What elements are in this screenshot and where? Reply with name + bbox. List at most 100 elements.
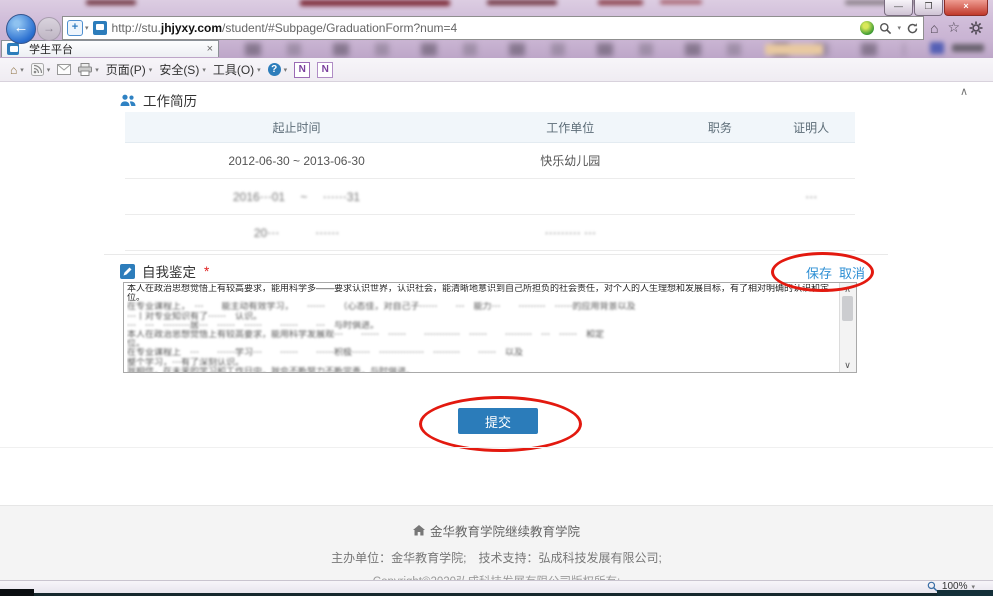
home-menu-button[interactable]: ⌂ ▾	[10, 63, 24, 77]
textarea-line: 我相信，在未来的学习和工作日中，我会不断努力不断完善，与时俱进。	[127, 367, 839, 372]
menu-tools[interactable]: 工具(O) ▾	[213, 61, 261, 78]
work-history-header: 工作简历	[120, 90, 197, 110]
page-scroll-up-icon[interactable]: ∧	[960, 85, 968, 98]
background-window-artifact	[598, 0, 643, 5]
section-title: 自我鉴定	[142, 261, 196, 281]
home-icon: ⌂	[10, 63, 17, 77]
scroll-down-icon[interactable]: ∨	[840, 360, 855, 371]
column-unit: 工作单位	[468, 112, 672, 143]
textarea-line: ⋯ ⋯ ⋯⋯⋯居⋯ ⋯⋯ ⋯⋯ ⋯⋯ ⋯ 与时俱进。	[127, 321, 839, 330]
onenote-linked-notes-icon[interactable]: N	[294, 62, 310, 78]
background-window-artifact	[660, 0, 702, 4]
menu-page[interactable]: 页面(P) ▾	[106, 61, 153, 78]
chevron-down-icon: ▾	[47, 66, 51, 74]
cell-unit: 快乐幼儿园	[468, 143, 672, 179]
mail-icon	[57, 64, 71, 75]
quick-add-icon[interactable]: + ▾	[67, 20, 89, 36]
work-history-table: 起止时间 工作单位 职务 证明人 2012-06-30 ~ 2013-06-30…	[125, 112, 855, 251]
url-text[interactable]: http://stu.jhjyxy.com/student/#Subpage/G…	[112, 21, 861, 35]
edit-pencil-icon	[120, 264, 135, 279]
tab-favicon-icon	[7, 43, 19, 55]
self-assessment-textarea[interactable]: 本人在政治思想觉悟上有较高要求，能用科学多——要求认识世界，认识社会，能清晰地意…	[123, 282, 857, 373]
help-icon: ?	[268, 63, 281, 76]
search-dropdown-icon[interactable]: ▾	[897, 24, 901, 32]
background-window-artifact	[300, 0, 450, 6]
self-assessment-header: 自我鉴定*	[120, 261, 209, 281]
gear-icon[interactable]	[969, 21, 983, 35]
help-button[interactable]: ? ▾	[268, 63, 288, 76]
taskbar-corner-right	[937, 590, 993, 596]
menu-safety[interactable]: 安全(S) ▾	[159, 61, 206, 78]
taskbar-corner-left	[0, 589, 34, 596]
page-content: ∧ ∨ 工作简历 起止时间 工作单位 职务 证明人 2012-06-30 ~ 2…	[0, 82, 993, 580]
textarea-scrollbar[interactable]: ∧ ∨	[839, 283, 856, 372]
site-favicon-icon	[93, 21, 107, 35]
cell-period: 2016⋯01 ~ ⋯⋯31	[125, 179, 468, 215]
command-bar: ⌂ ▾ ▾ ▾ 页面(P) ▾ 安全(S) ▾ 工具(O) ▾ ? ▾ N N	[0, 58, 993, 82]
annotation-ellipse-save	[771, 252, 874, 292]
section-divider	[104, 254, 888, 255]
printer-icon	[78, 63, 92, 76]
refresh-icon[interactable]	[906, 22, 919, 35]
browser-window: { "icons": { "back": "←", "forward": "→"…	[0, 0, 993, 596]
address-bar[interactable]: + ▾ http://stu.jhjyxy.com/student/#Subpa…	[62, 16, 924, 40]
textarea-line: ⋯丨对专业知识有了⋯⋯ 认识。	[127, 312, 839, 321]
favorites-star-icon[interactable]: ☆	[947, 19, 960, 36]
footer-host-line: 主办单位：金华教育学院; 技术支持：弘成科技发展有限公司;	[0, 549, 993, 566]
textarea-text: 本人在政治思想觉悟上有较高要求，能用科学多——要求认识世界，认识社会，能清晰地意…	[127, 284, 839, 372]
chevron-down-icon: ▾	[149, 66, 153, 74]
column-duty: 职务	[672, 112, 767, 143]
users-icon	[120, 94, 136, 107]
cell-period: 20⋯ ⋯⋯	[125, 215, 468, 251]
chevron-down-icon: ▾	[85, 24, 89, 32]
print-button[interactable]: ▾	[78, 63, 99, 76]
scrollbar-thumb[interactable]	[842, 296, 853, 321]
minimize-button[interactable]: —	[884, 0, 913, 16]
read-mail-button[interactable]	[57, 64, 71, 75]
footer-school: 金华教育学院继续教育学院	[430, 521, 580, 540]
window-controls: — ❐ ×	[883, 0, 988, 16]
home-icon[interactable]: ⌂	[930, 20, 938, 36]
column-period: 起止时间	[125, 112, 468, 143]
background-window-artifact	[765, 44, 823, 55]
chevron-down-icon: ▾	[95, 66, 99, 74]
onenote-send-icon[interactable]: N	[317, 62, 333, 78]
status-bar	[0, 580, 993, 593]
feeds-button[interactable]: ▾	[31, 63, 51, 76]
cell-duty	[672, 215, 767, 251]
chevron-down-icon: ▾	[257, 66, 261, 74]
back-button[interactable]: ←	[6, 14, 36, 44]
cell-duty	[672, 179, 767, 215]
rss-icon	[31, 63, 44, 76]
cell-witness	[767, 143, 855, 179]
search-icon[interactable]	[879, 22, 892, 35]
table-row: 2012-06-30 ~ 2013-06-30 快乐幼儿园	[125, 143, 855, 179]
textarea-line: 位。	[127, 339, 839, 348]
textarea-line: 整个学习，⋯有了深刻认识。	[127, 358, 839, 367]
cell-period: 2012-06-30 ~ 2013-06-30	[125, 143, 468, 179]
background-window-artifact	[487, 0, 557, 5]
textarea-line: 本人在政治思想觉悟上有较高要求，能用科学发展观⋯ ⋯⋯ ⋯⋯ ⋯⋯⋯⋯ ⋯⋯ ⋯…	[127, 330, 839, 339]
annotation-ellipse-submit	[419, 396, 582, 452]
maximize-button[interactable]: ❐	[914, 0, 943, 16]
tab-close-icon[interactable]: ×	[207, 44, 213, 55]
form-bottom-border	[0, 447, 993, 448]
house-icon	[413, 525, 425, 536]
cell-unit	[468, 179, 672, 215]
textarea-line: 在专业课程上 ⋯ ⋯⋯学习⋯ ⋯⋯ ⋯⋯积极⋯⋯ ⋯⋯⋯⋯⋯ ⋯⋯⋯ ⋯⋯ 以及	[127, 348, 839, 357]
background-window-artifact	[86, 0, 136, 5]
tab-title: 学生平台	[29, 41, 202, 57]
textarea-line: 位。	[127, 293, 839, 302]
section-title: 工作简历	[143, 90, 197, 110]
forward-button[interactable]: →	[37, 17, 61, 41]
cell-unit: ⋯⋯⋯ ⋯	[468, 215, 672, 251]
textarea-line: 在专业课程上， ⋯ 能主动有效学习， ⋯⋯ （心态佳，对自己子⋯⋯ ⋯ 能力⋯ …	[127, 302, 839, 311]
cell-duty	[672, 143, 767, 179]
textarea-line: 本人在政治思想觉悟上有较高要求，能用科学多——要求认识世界，认识社会，能清晰地意…	[127, 284, 839, 293]
compatibility-view-icon[interactable]	[860, 21, 874, 35]
table-row: 20⋯ ⋯⋯ ⋯⋯⋯ ⋯	[125, 215, 855, 251]
tab-student-platform[interactable]: 学生平台 ×	[1, 40, 219, 57]
chevron-down-icon: ▾	[202, 66, 206, 74]
table-header-row: 起止时间 工作单位 职务 证明人	[125, 112, 855, 143]
close-button[interactable]: ×	[944, 0, 988, 16]
